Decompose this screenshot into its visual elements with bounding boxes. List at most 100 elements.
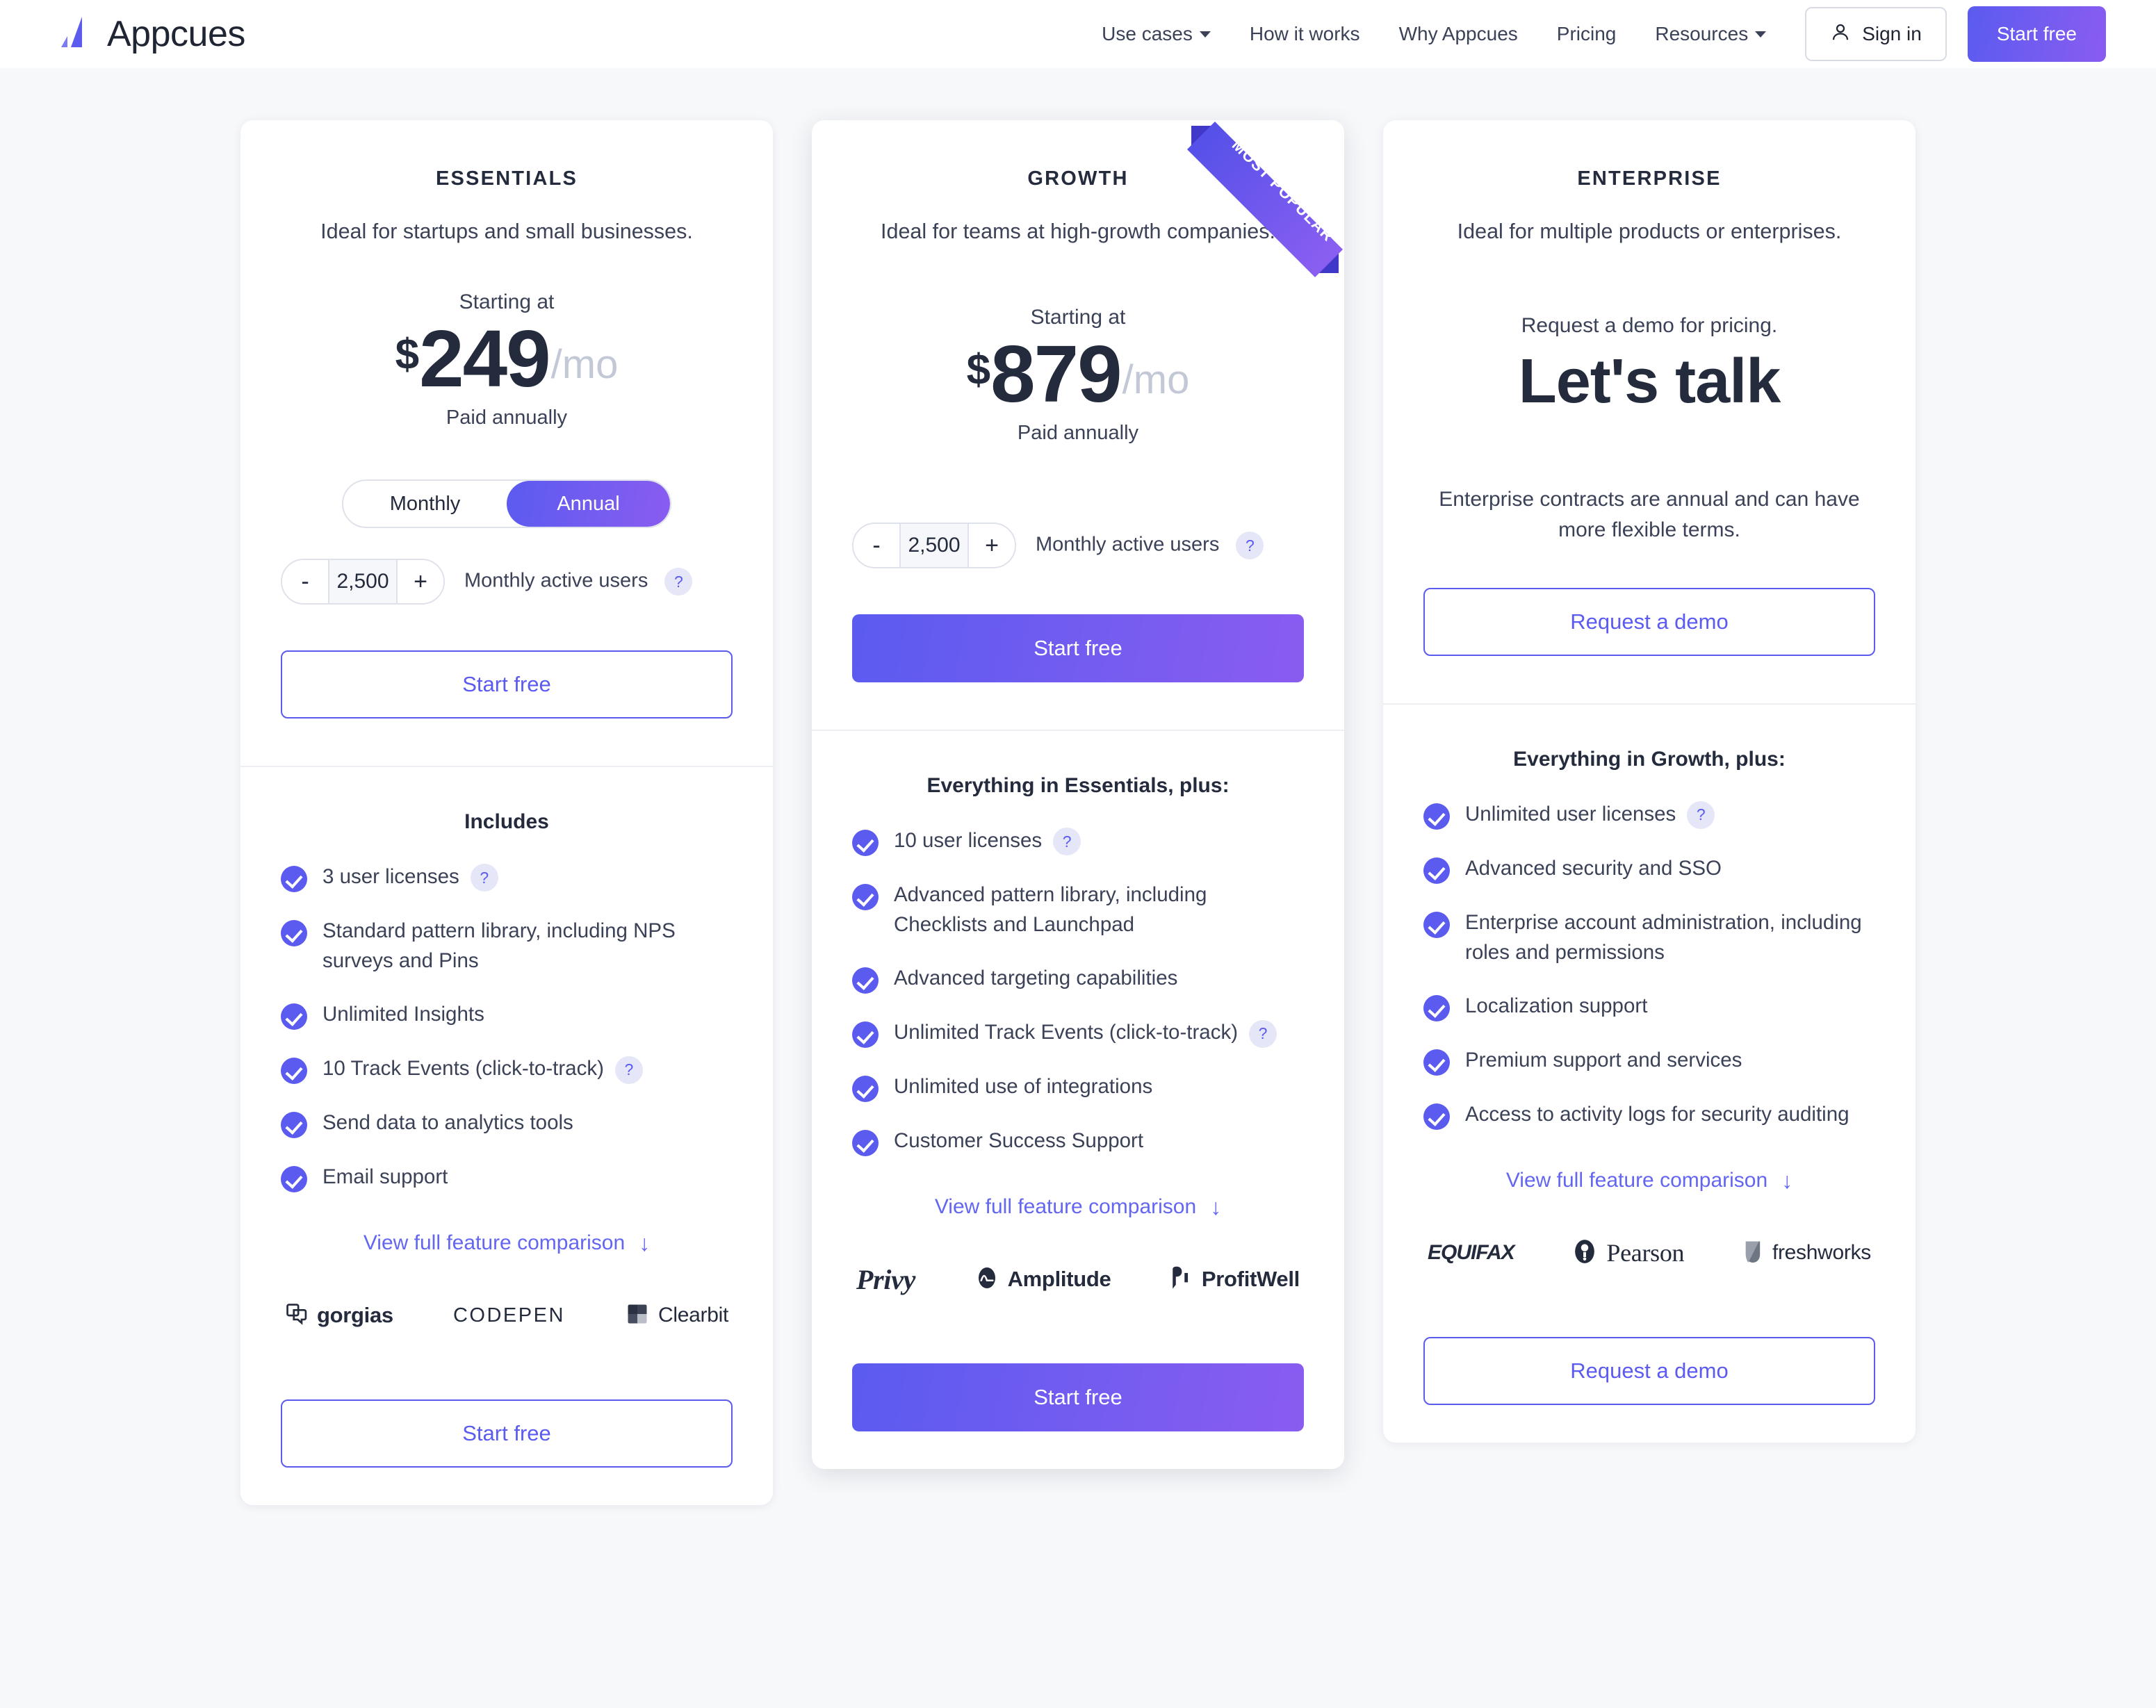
nav-item-resources[interactable]: Resources (1635, 23, 1786, 45)
view-feature-comparison-link-growth[interactable]: View full feature comparison ↓ (852, 1195, 1304, 1219)
feature-text: Access to activity logs for security aud… (1465, 1103, 1849, 1126)
starting-at-label: Starting at (459, 290, 555, 313)
check-icon (852, 967, 879, 994)
check-icon (281, 866, 307, 893)
start-free-button-growth-bottom[interactable]: Start free (852, 1363, 1304, 1432)
stepper-increment-button[interactable]: + (398, 560, 443, 604)
enterprise-pricing-block: Request a demo for pricing. Let's talk (1423, 314, 1875, 416)
check-icon (852, 1130, 879, 1157)
request-demo-button-bottom[interactable]: Request a demo (1423, 1337, 1875, 1406)
check-icon (281, 920, 307, 947)
start-free-button-growth-top[interactable]: Start free (852, 614, 1304, 683)
feature-text: Send data to analytics tools (322, 1111, 573, 1135)
paid-note: Paid annually (1017, 422, 1139, 445)
features-title: Includes (464, 810, 549, 834)
help-icon[interactable]: ? (1687, 801, 1715, 830)
request-demo-lead: Request a demo for pricing. (1521, 314, 1778, 337)
toggle-option-annual[interactable]: Annual (507, 481, 670, 527)
freshworks-icon (1742, 1238, 1764, 1268)
stepper-value-input[interactable]: 2,500 (328, 560, 398, 604)
plan-name: ENTERPRISE (1577, 167, 1722, 190)
customer-name: freshworks (1772, 1241, 1871, 1265)
feature-item: 3 user licenses? (281, 862, 733, 893)
help-icon[interactable]: ? (614, 1056, 643, 1084)
mau-stepper[interactable]: - 2,500 + (281, 559, 445, 605)
customer-name: Pearson (1606, 1239, 1685, 1267)
user-icon (1830, 21, 1851, 48)
customer-logo-privy: Privy (856, 1263, 915, 1296)
feature-label: 10 user licenses (894, 829, 1043, 853)
customer-logo-pearson: Pearson (1571, 1238, 1685, 1269)
check-icon (1423, 995, 1450, 1022)
customer-logo-clearbit: Clearbit (625, 1301, 728, 1331)
customer-logos-essentials: gorgias CODEPEN Clearbit (281, 1294, 733, 1337)
help-icon[interactable]: ? (664, 568, 693, 596)
nav-label: Use cases (1102, 23, 1193, 44)
customer-name: Clearbit (658, 1304, 728, 1327)
start-free-button-header[interactable]: Start free (1967, 6, 2106, 62)
billing-period-toggle[interactable]: Monthly Annual (342, 479, 671, 529)
feature-text: Unlimited Track Events (click-to-track)? (894, 1017, 1277, 1048)
feature-label: 3 user licenses (322, 865, 459, 889)
help-icon[interactable]: ? (1249, 1019, 1277, 1048)
arrow-down-icon: ↓ (639, 1231, 651, 1256)
request-demo-button-top[interactable]: Request a demo (1423, 588, 1875, 656)
feature-text: Enterprise account administration, inclu… (1465, 911, 1862, 964)
customer-logo-equifax: EQUIFAX (1428, 1241, 1515, 1265)
nav-item-pricing[interactable]: Pricing (1537, 23, 1636, 45)
sign-in-label: Sign in (1862, 23, 1922, 44)
compare-label: View full feature comparison (363, 1231, 626, 1255)
card-header-enterprise: ENTERPRISE Ideal for multiple products o… (1383, 120, 1916, 703)
view-feature-comparison-link-enterprise[interactable]: View full feature comparison ↓ (1423, 1169, 1875, 1192)
nav-item-how-it-works[interactable]: How it works (1230, 23, 1380, 45)
sign-in-button[interactable]: Sign in (1805, 7, 1947, 61)
help-icon[interactable]: ? (1053, 828, 1081, 856)
nav-label: Pricing (1556, 23, 1617, 44)
mau-stepper-row-essentials: - 2,500 + Monthly active users ? (281, 559, 733, 605)
feature-item: Access to activity logs for security aud… (1423, 1099, 1875, 1131)
toggle-option-monthly[interactable]: Monthly (343, 481, 507, 527)
feature-item: 10 Track Events (click-to-track)? (281, 1053, 733, 1085)
feature-text: Customer Success Support (894, 1129, 1144, 1153)
gorgias-icon (285, 1301, 309, 1330)
stepper-increment-button[interactable]: + (969, 524, 1015, 568)
brand-logo[interactable]: Appcues (61, 15, 245, 53)
price-display: $ 879 /mo (852, 330, 1304, 418)
arrow-down-icon: ↓ (1210, 1194, 1222, 1220)
check-icon (852, 1076, 879, 1103)
customer-logos-enterprise: EQUIFAX Pearson freshworks (1423, 1231, 1875, 1274)
stepper-label-text: Monthly active users (1036, 533, 1220, 556)
stepper-decrement-button[interactable]: - (282, 560, 328, 604)
start-free-button-essentials-bottom[interactable]: Start free (281, 1399, 733, 1468)
card-features-enterprise: Everything in Growth, plus: Unlimited us… (1383, 705, 1916, 1312)
start-free-button-essentials-top[interactable]: Start free (281, 650, 733, 719)
customer-name: EQUIFAX (1428, 1241, 1515, 1265)
features-title: Everything in Growth, plus: (1513, 748, 1786, 771)
view-feature-comparison-link-essentials[interactable]: View full feature comparison ↓ (281, 1231, 733, 1255)
customer-name: ProfitWell (1201, 1267, 1300, 1292)
help-icon[interactable]: ? (1236, 532, 1264, 560)
feature-item: Advanced security and SSO (1423, 853, 1875, 884)
stepper-decrement-button[interactable]: - (854, 524, 899, 568)
customer-logos-growth: Privy Amplitude ProfitWell (852, 1258, 1304, 1301)
price-period: /mo (1122, 357, 1190, 402)
stepper-label-text: Monthly active users (464, 569, 648, 592)
pricing-card-essentials: ESSENTIALS Ideal for startups and small … (240, 120, 773, 1506)
enterprise-terms-note: Enterprise contracts are annual and can … (1439, 488, 1860, 541)
nav-item-why-appcues[interactable]: Why Appcues (1380, 23, 1537, 45)
pricing-card-enterprise: ENTERPRISE Ideal for multiple products o… (1383, 120, 1916, 1443)
plan-description: Ideal for multiple products or enterpris… (1457, 220, 1842, 243)
plan-name: GROWTH (1027, 167, 1129, 190)
card-footer-essentials: Start free (240, 1399, 773, 1505)
mau-stepper[interactable]: - 2,500 + (852, 523, 1016, 569)
help-icon[interactable]: ? (470, 864, 498, 892)
customer-logo-amplitude: Amplitude (974, 1265, 1111, 1294)
stepper-value-input[interactable]: 2,500 (899, 524, 969, 568)
plan-description: Ideal for teams at high-growth companies… (881, 220, 1275, 243)
feature-label: Unlimited Track Events (click-to-track) (894, 1021, 1239, 1044)
nav-item-use-cases[interactable]: Use cases (1082, 23, 1230, 45)
nav-label: Resources (1655, 23, 1749, 44)
paid-note: Paid annually (446, 407, 568, 429)
customer-logo-freshworks: freshworks (1742, 1238, 1871, 1268)
check-icon (1423, 803, 1450, 830)
